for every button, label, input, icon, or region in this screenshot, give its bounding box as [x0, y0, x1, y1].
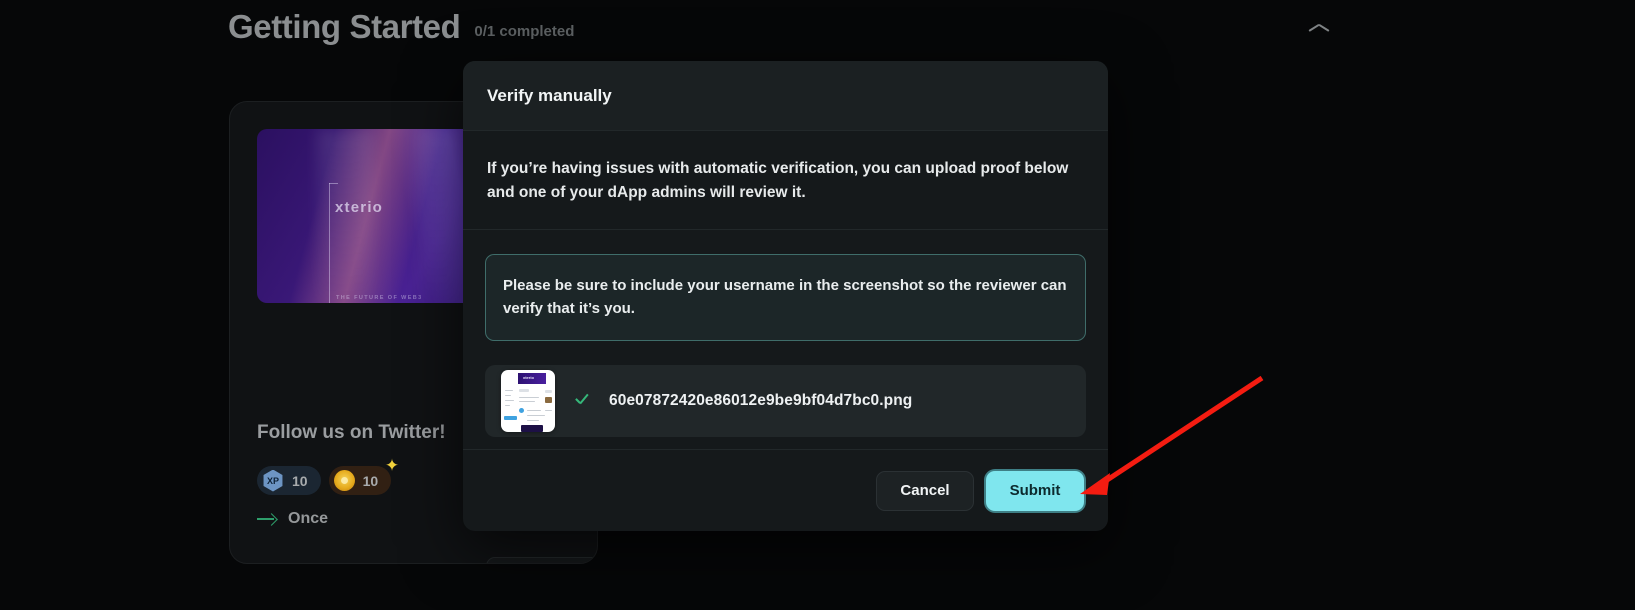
page-header: Getting Started 0/1 completed: [228, 8, 1635, 46]
submit-button[interactable]: Submit: [986, 471, 1084, 511]
quest-title: Follow us on Twitter!: [257, 422, 446, 444]
modal-header: Verify manually: [463, 61, 1108, 131]
progress-label: 0/1 completed: [474, 14, 574, 40]
arrow-right-icon: [257, 513, 276, 525]
check-icon: [573, 392, 591, 410]
xp-reward-value: 10: [292, 473, 308, 489]
uploaded-file-row[interactable]: 60e07872420e86012e9be9bf04d7bc0.png: [485, 365, 1086, 437]
xp-hex-icon: XP: [262, 470, 284, 492]
verify-manually-modal: Verify manually If you’re having issues …: [463, 61, 1108, 531]
username-notice: Please be sure to include your username …: [485, 254, 1086, 341]
modal-title: Verify manually: [487, 86, 612, 106]
banner-brand-label: xterio: [335, 199, 383, 216]
screenshot-thumbnail: [501, 370, 555, 432]
chevron-up-icon: [1309, 26, 1329, 37]
banner-frame: [329, 183, 333, 303]
uploaded-file-name: 60e07872420e86012e9be9bf04d7bc0.png: [609, 392, 912, 410]
collapse-section-button[interactable]: [1300, 16, 1338, 46]
coin-icon: [334, 470, 355, 491]
banner-subtitle: THE FUTURE OF WEB3: [336, 295, 423, 301]
page-title: Getting Started: [228, 8, 460, 46]
cancel-button[interactable]: Cancel: [876, 471, 974, 511]
modal-body: Please be sure to include your username …: [463, 230, 1108, 449]
xp-reward-badge: XP 10: [257, 466, 321, 495]
follow-button[interactable]: Follow: [486, 557, 598, 564]
coin-reward-value: 10: [363, 473, 379, 489]
modal-footer: Cancel Submit: [463, 449, 1108, 531]
screen: Getting Started 0/1 completed xterio THE…: [0, 0, 1635, 610]
reward-badges: XP 10 10 ✦: [257, 466, 391, 495]
sparkle-icon: ✦: [385, 457, 399, 474]
coin-reward-badge: 10 ✦: [329, 466, 392, 495]
modal-description: If you’re having issues with automatic v…: [463, 131, 1108, 230]
frequency-label: Once: [288, 510, 328, 528]
quest-frequency: Once: [257, 510, 328, 528]
